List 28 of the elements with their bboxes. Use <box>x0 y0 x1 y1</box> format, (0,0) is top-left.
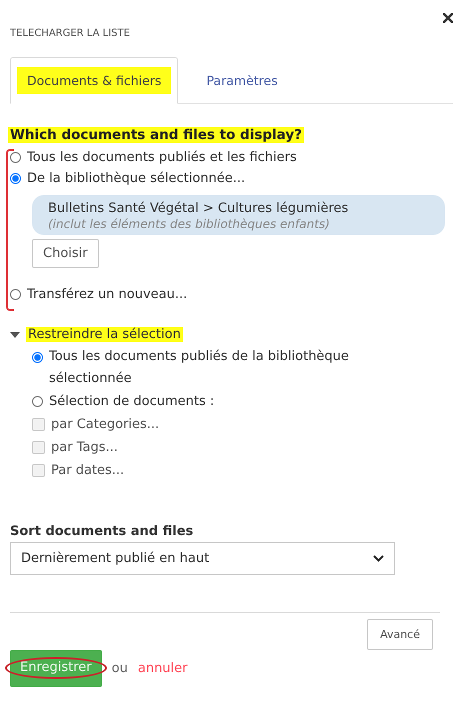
option-label: par Tags... <box>51 440 118 455</box>
advanced-button[interactable]: Avancé <box>367 619 433 650</box>
separator-text: ou <box>112 661 128 676</box>
option-label: Tous les documents publiés et les fichiers <box>27 150 297 165</box>
option-label: par Categories... <box>51 417 160 432</box>
option-label: Tous les documents publiés de la bibliothèque sélectionnée <box>49 348 350 388</box>
option-label: Transférez un nouveau... <box>27 287 188 302</box>
radio-button[interactable] <box>32 352 43 363</box>
option-label: De la bibliothèque sélectionnée... <box>27 171 246 186</box>
sort-dropdown[interactable]: Dernièrement publié en haut <box>10 542 395 575</box>
field-label: Sort documents and files <box>10 524 194 539</box>
close-icon[interactable] <box>443 13 453 23</box>
library-path: Bulletins Santé Végétal > Cultures légumières <box>48 201 350 216</box>
choose-button[interactable]: Choisir <box>32 239 99 268</box>
option-label: Par dates... <box>51 463 124 478</box>
radio-button[interactable] <box>10 289 21 300</box>
tab[interactable]: Documents & fichiers <box>10 57 178 104</box>
radio-button[interactable] <box>10 152 21 163</box>
chevron-down-icon <box>373 555 384 562</box>
radio-button[interactable] <box>32 396 43 407</box>
section-heading: Which documents and files to display? <box>8 127 304 143</box>
radio-button[interactable] <box>10 173 21 184</box>
tab[interactable]: Paramètres <box>178 57 294 103</box>
library-note: (inclut les éléments des bibliothèques enfants) <box>48 217 331 231</box>
option-label: Sélection de documents : <box>49 394 214 409</box>
collapse-triangle-icon[interactable] <box>10 332 20 338</box>
section-heading[interactable]: Restreindre la sélection <box>26 327 183 342</box>
dialog-title: TELECHARGER LA LISTE <box>10 28 130 39</box>
